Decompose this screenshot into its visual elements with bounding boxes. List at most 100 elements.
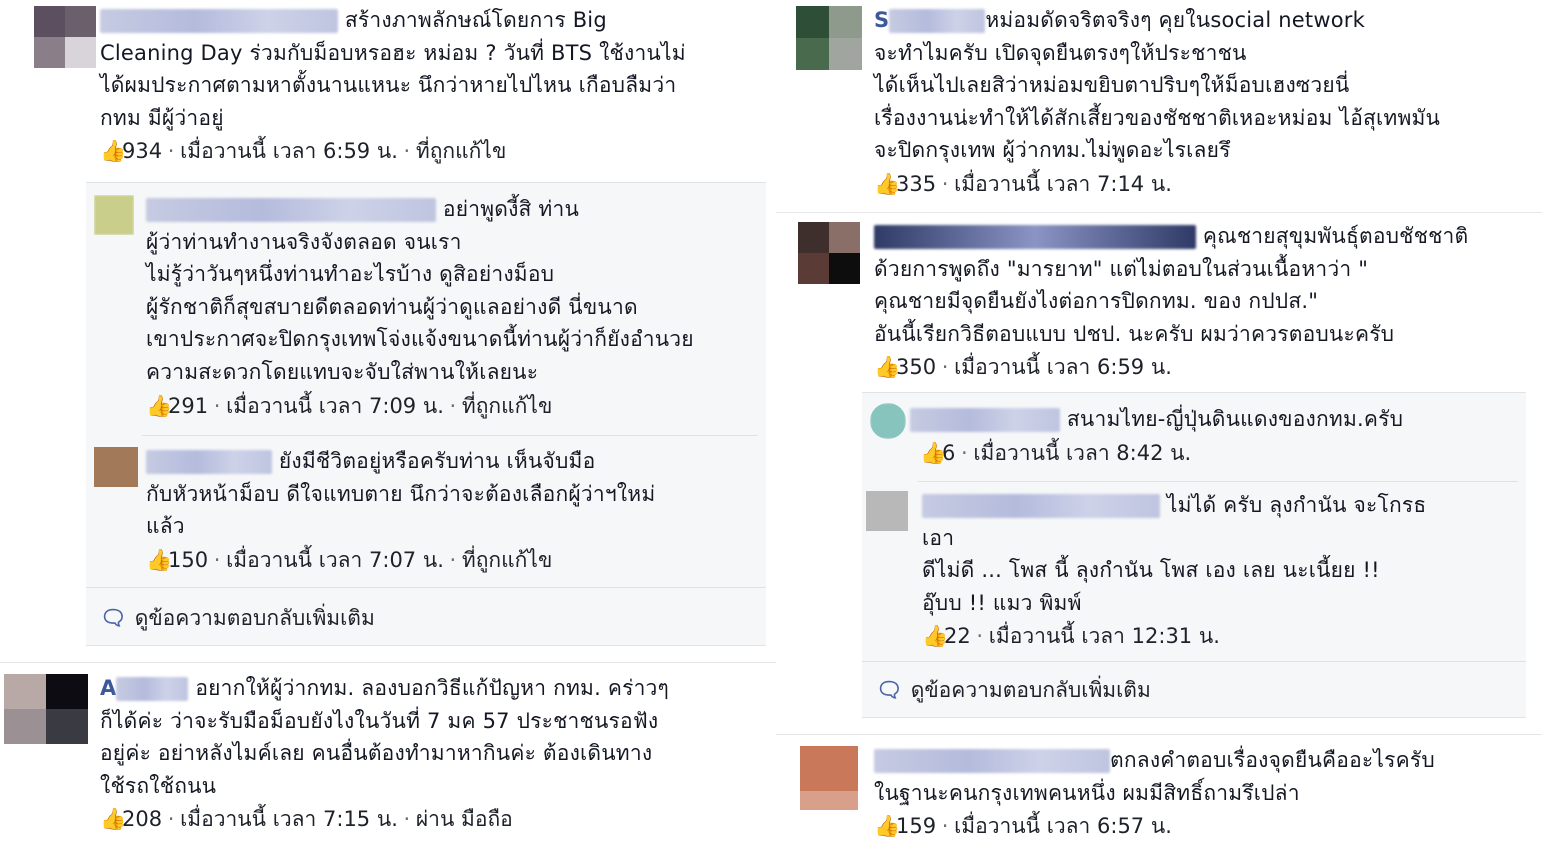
reply: ยังมีชีวิตอยู่หรือครับท่าน เห็นจับมือ กั… [86,439,766,589]
commenter-name[interactable] [116,677,189,701]
comment-text: จะทำไมครับ เปิดจุดยืนตรงๆให้ประชาชน [874,40,1247,65]
reply-text: อุ๊บบ !! แมว พิมพ์ [922,590,1082,615]
timestamp[interactable]: เมื่อวานนี้ เวลา 7:15 น. [180,807,398,831]
like-count[interactable]: 159 [896,814,936,838]
view-more-replies-link[interactable]: 🗨 ดูข้อความตอบกลับเพิ่มเติม [100,603,375,633]
reply-text: แล้ว [146,514,185,539]
commenter-initial[interactable]: S [874,8,889,32]
comment-text: อยากให้ผู้ว่ากทม. ลองบอกวิธีแก้ปัญหา กทม… [195,676,670,700]
divider [776,734,1542,735]
like-count[interactable]: 350 [896,355,936,379]
comment-meta: 👍335 · เมื่อวานนี้ เวลา 7:14 น. [874,169,1440,199]
timestamp[interactable]: เมื่อวานนี้ เวลา 7:14 น. [954,172,1172,196]
right-comment-column: S หม่อมดัดจริตจริงๆ คุยในsocial network จ… [776,0,1542,841]
commenter-name[interactable] [874,225,1196,249]
view-more-replies-link[interactable]: 🗨 ดูข้อความตอบกลับเพิ่มเติม [876,675,1151,705]
avatar[interactable] [798,222,860,284]
thumbs-up-icon[interactable]: 👍 [146,391,172,421]
reply: อย่าพูดงี้สิ ท่าน ผู้ว่าท่านทำงานจริงจัง… [86,183,766,433]
thumbs-up-icon[interactable]: 👍 [874,811,900,841]
avatar[interactable] [4,674,88,744]
timestamp[interactable]: เมื่อวานนี้ เวลา 7:07 น. [226,548,444,572]
timestamp[interactable]: เมื่อวานนี้ เวลา 12:31 น. [989,624,1220,648]
comment-meta: 👍934 · เมื่อวานนี้ เวลา 6:59 น. · ที่ถูกแก้ไ… [100,136,686,166]
comment-text: ได้ผมประกาศตามหาตั้งนานแหนะ นึกว่าหายไปไ… [100,73,677,98]
commenter-name[interactable] [146,450,272,474]
comment: ตกลงคำตอบเรื่องจุดยืนคืออะไรครับ ในฐานะค… [776,740,1542,841]
comment-text: อยู่ค่ะ อย่าหลังไมค์เลย คนอื่นต้องทำมาหา… [100,741,653,766]
like-count[interactable]: 208 [122,807,162,831]
comment-text: คุณชายมีจุดยืนยังไงต่อการปิดกทม. ของ กปป… [874,289,1319,314]
edited-label[interactable]: ที่ถูกแก้ไข [462,548,552,572]
like-count[interactable]: 22 [944,624,971,648]
reply: ไม่ได้ ครับ ลุงกำนัน จะโกรธ เอา ดีไม่ดี … [862,487,1526,657]
divider [776,212,1542,213]
thumbs-up-icon[interactable]: 👍 [100,804,126,834]
comment-meta: 👍208 · เมื่อวานนี้ เวลา 7:15 น. · ผ่าน มือถื… [100,804,669,834]
comment-text: หม่อมดัดจริตจริงๆ คุยในsocial network [985,8,1365,32]
commenter-name[interactable] [889,9,986,33]
avatar[interactable] [94,447,138,487]
commenter-name[interactable] [146,198,436,222]
reply-text: ไม่รู้ว่าวันๆหนึ่งท่านทำอะไรบ้าง ดูสิอย่… [146,262,555,287]
reply-text: กับหัวหน้าม็อบ ดีใจแทบตาย นึกว่าจะต้องเล… [146,481,656,506]
like-count[interactable]: 150 [168,548,208,572]
like-count[interactable]: 335 [896,172,936,196]
comment-meta: 👍291 · เมื่อวานนี้ เวลา 7:09 น. · ที่ถูกแก้ไ… [146,391,694,421]
thumbs-up-icon[interactable]: 👍 [874,352,900,382]
commenter-name[interactable] [874,749,1110,773]
via-mobile-label[interactable]: ผ่าน มือถือ [416,807,513,831]
timestamp[interactable]: เมื่อวานนี้ เวลา 8:42 น. [973,441,1191,465]
avatar[interactable] [796,6,862,70]
commenter-name[interactable] [100,9,338,33]
reply-text: ไม่ได้ ครับ ลุงกำนัน จะโกรธ [1166,493,1427,517]
reply-text: ดีไม่ดี ... โพส นี้ ลุงกำนัน โพส เอง เลย… [922,558,1380,583]
comment-text: สร้างภาพลักษณ์โดยการ Big [344,8,607,32]
thumbs-up-icon[interactable]: 👍 [146,545,172,575]
speech-bubble-icon: 🗨 [876,678,903,702]
speech-bubble-icon: 🗨 [100,606,127,630]
comment-meta: 👍6 · เมื่อวานนี้ เวลา 8:42 น. [920,438,1403,468]
comment-meta: 👍150 · เมื่อวานนี้ เวลา 7:07 น. · ที่ถูกแก้ไ… [146,545,655,575]
reply-text: ความสะดวกโดยแทบจะจับใส่พานให้เลยนะ [146,359,539,384]
divider [142,435,758,436]
avatar[interactable] [800,746,858,810]
thumbs-up-icon[interactable]: 👍 [874,169,900,199]
comment-text: เรื่องงานน่ะทำให้ได้สักเสี้ยวของชัชชาติเ… [874,105,1441,130]
avatar[interactable] [866,491,908,531]
like-count[interactable]: 6 [942,441,955,465]
divider [86,587,766,588]
comment-text: ก็ได้ค่ะ ว่าจะรับมือม็อบยังไงในวันที่ 7 … [100,708,659,733]
comment: A อยากให้ผู้ว่ากทม. ลองบอกวิธีแก้ปัญหา ก… [0,668,772,841]
divider [862,661,1526,662]
thumbs-up-icon[interactable]: 👍 [100,136,126,166]
avatar[interactable] [34,6,96,68]
comment-text: กทม มีผู้ว่าอยู่ [100,105,224,130]
reply-text: เอา [922,525,955,550]
like-count[interactable]: 934 [122,139,162,163]
reply-text: อย่าพูดงี้สิ ท่าน [442,197,580,221]
comment-text: Cleaning Day ร่วมกับม็อบหรอฮะ หม่อม ? วั… [100,40,686,65]
thumbs-up-icon[interactable]: 👍 [920,438,946,468]
commenter-initial[interactable]: A [100,676,116,700]
comment: S หม่อมดัดจริตจริงๆ คุยในsocial network จ… [776,0,1542,210]
view-more-replies-label: ดูข้อความตอบกลับเพิ่มเติม [910,678,1151,702]
comment-text: ใช้รถใช้ถนน [100,773,217,798]
timestamp[interactable]: เมื่อวานนี้ เวลา 6:59 น. [954,355,1172,379]
avatar[interactable] [94,195,134,235]
timestamp[interactable]: เมื่อวานนี้ เวลา 6:57 น. [954,814,1172,838]
comment-meta: 👍159 · เมื่อวานนี้ เวลา 6:57 น. [874,811,1435,841]
timestamp[interactable]: เมื่อวานนี้ เวลา 6:59 น. [180,139,398,163]
comment: สร้างภาพลักษณ์โดยการ Big Cleaning Day ร่… [0,0,772,180]
commenter-name[interactable] [922,494,1160,518]
commenter-name[interactable] [910,408,1060,432]
thumbs-up-icon[interactable]: 👍 [922,621,948,651]
comment-text: ได้เห็นไปเลยสิว่าหม่อมขยิบตาปริบๆให้ม็อบ… [874,73,1350,98]
like-count[interactable]: 291 [168,394,208,418]
reply-text: ยังมีชีวิตอยู่หรือครับท่าน เห็นจับมือ [278,449,596,473]
edited-label[interactable]: ที่ถูกแก้ไข [462,394,552,418]
reply-thread: อย่าพูดงี้สิ ท่าน ผู้ว่าท่านทำงานจริงจัง… [86,182,766,646]
reply-thread: สนามไทย-ญี่ปุ่นดินแดงของกทม.ครับ 👍6 · เมื่… [862,392,1526,718]
timestamp[interactable]: เมื่อวานนี้ เวลา 7:09 น. [226,394,444,418]
edited-label[interactable]: ที่ถูกแก้ไข [416,139,506,163]
